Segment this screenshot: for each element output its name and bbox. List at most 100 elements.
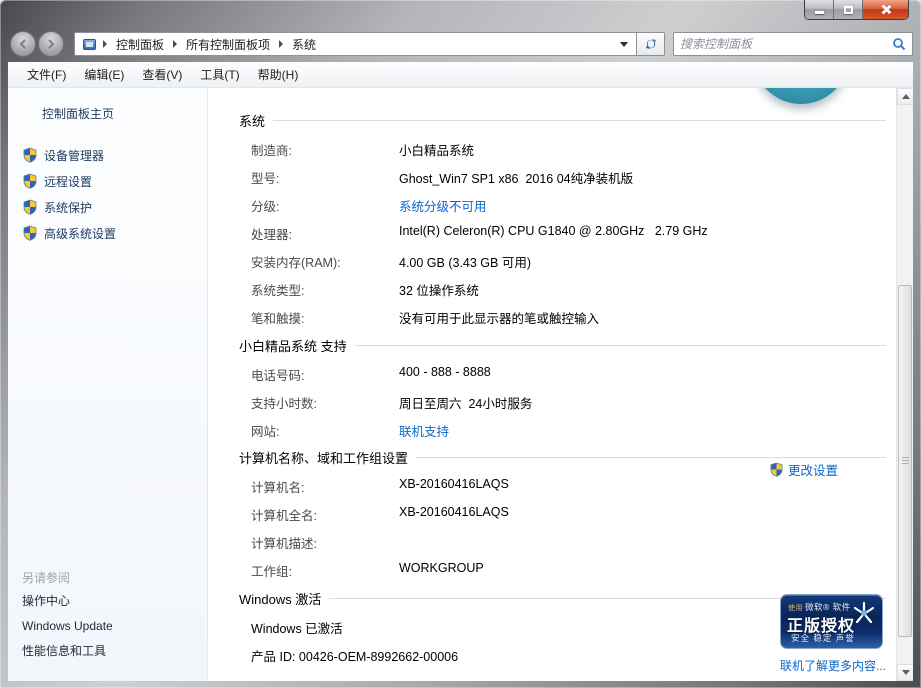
sidebar-item-label: 设备管理器 (44, 147, 104, 164)
info-row: 网站:联机支持 (251, 421, 886, 440)
online-support-link[interactable]: 联机支持 (399, 421, 449, 440)
sidebar-item-device-manager[interactable]: 设备管理器 (8, 142, 207, 168)
search-input[interactable] (680, 37, 892, 51)
search-icon[interactable] (892, 37, 906, 51)
info-row: 计算机全名:XB-20160416LAQS (251, 505, 886, 524)
scroll-down-icon (902, 670, 910, 675)
breadcrumb-separator-icon (279, 40, 283, 48)
scroll-up-icon (902, 94, 910, 99)
product-id: 产品 ID: 00426-OEM-8992662-00006 (251, 646, 458, 665)
section-support: 小白精品系统 支持 电话号码:400 - 888 - 8888 支持小时数:周日… (208, 337, 886, 440)
sidebar: 控制面板主页 设备管理器 (8, 88, 208, 681)
sidebar-item-action-center[interactable]: 操作中心 (8, 589, 207, 614)
info-row: 笔和触摸:没有可用于此显示器的笔或触控输入 (251, 308, 886, 327)
uac-shield-icon (22, 199, 38, 215)
rating-unavailable-link[interactable]: 系统分级不可用 (399, 196, 487, 215)
row-value: XB-20160416LAQS (399, 477, 509, 496)
row-label: 制造商: (251, 140, 399, 159)
breadcrumb-separator-icon (103, 40, 107, 48)
caption-button-group (804, 0, 909, 20)
menu-tools[interactable]: 工具(T) (191, 62, 248, 87)
sidebar-item-label: 远程设置 (44, 173, 92, 190)
sidebar-item-advanced-system-settings[interactable]: 高级系统设置 (8, 220, 207, 246)
section-system: 系统 制造商:小白精品系统 型号:Ghost_Win7 SP1 x86 2016… (208, 112, 886, 327)
row-value: 没有可用于此显示器的笔或触控输入 (399, 308, 599, 327)
address-bar: 控制面板 所有控制面板项 系统 (8, 28, 913, 60)
change-settings-link[interactable]: 更改设置 (769, 460, 838, 479)
menu-edit[interactable]: 编辑(E) (75, 62, 133, 87)
see-also-header: 另请参阅 (8, 566, 207, 589)
breadcrumb-separator-icon (173, 40, 177, 48)
row-value: 32 位操作系统 (399, 280, 479, 299)
sidebar-item-label: 系统保护 (44, 199, 92, 216)
row-value: 小白精品系统 (399, 140, 474, 159)
info-row: 计算机描述: (251, 533, 886, 552)
section-divider (416, 457, 886, 458)
genuine-badge-area: 使用微软® 软件 正版授权 安全 稳定 声誉 (780, 594, 884, 674)
scroll-down-button[interactable] (897, 664, 913, 681)
breadcrumb-item-system[interactable]: 系统 (286, 33, 322, 56)
info-row: 支持小时数:周日至周六 24小时服务 (251, 393, 886, 412)
address-dropdown-icon[interactable] (620, 42, 628, 47)
search-box (673, 32, 913, 56)
minimize-button[interactable] (805, 0, 834, 19)
info-row: 分级:系统分级不可用 (251, 196, 886, 215)
info-row: 型号:Ghost_Win7 SP1 x86 2016 04纯净装机版 (251, 168, 886, 187)
sidebar-item-system-protection[interactable]: 系统保护 (8, 194, 207, 220)
row-label: 分级: (251, 196, 399, 215)
sidebar-item-windows-update[interactable]: Windows Update (8, 614, 207, 639)
row-label: 系统类型: (251, 280, 399, 299)
info-row: 系统类型:32 位操作系统 (251, 280, 886, 299)
main-content: 系统 制造商:小白精品系统 型号:Ghost_Win7 SP1 x86 2016… (208, 88, 896, 681)
info-row: 处理器:Intel(R) Celeron(R) CPU G1840 @ 2.80… (251, 224, 886, 243)
windows-logo-partial (753, 88, 849, 104)
section-title: 小白精品系统 支持 (239, 336, 347, 355)
row-label: 处理器: (251, 224, 399, 243)
genuine-microsoft-badge[interactable]: 使用微软® 软件 正版授权 安全 稳定 声誉 (780, 594, 883, 649)
sidebar-item-remote-settings[interactable]: 远程设置 (8, 168, 207, 194)
menu-help[interactable]: 帮助(H) (249, 62, 308, 87)
scroll-up-button[interactable] (897, 88, 913, 105)
info-row: 安装内存(RAM):4.00 GB (3.43 GB 可用) (251, 252, 886, 271)
back-button[interactable] (10, 31, 36, 57)
section-title: 系统 (239, 111, 265, 130)
section-divider (355, 345, 886, 346)
maximize-button[interactable] (834, 0, 863, 19)
activation-status: Windows 已激活 (251, 618, 343, 637)
badge-line3: 安全 稳定 声誉 (791, 632, 855, 644)
maximize-icon (844, 6, 853, 14)
see-also-section: 另请参阅 操作中心 Windows Update 性能信息和工具 (8, 566, 207, 664)
menu-view[interactable]: 查看(V) (133, 62, 191, 87)
sidebar-task-list: 设备管理器 远程设置 系统保护 (8, 142, 207, 246)
row-value: 4.00 GB (3.43 GB 可用) (399, 252, 531, 271)
scrollbar-thumb[interactable] (898, 285, 912, 637)
uac-shield-icon (22, 173, 38, 189)
sidebar-item-control-panel-home[interactable]: 控制面板主页 (8, 102, 207, 125)
close-button[interactable] (863, 0, 908, 19)
vertical-scrollbar[interactable] (896, 88, 913, 681)
info-row: 电话号码:400 - 888 - 8888 (251, 365, 886, 384)
breadcrumb-item-control-panel[interactable]: 控制面板 (110, 33, 170, 56)
breadcrumb[interactable]: 控制面板 所有控制面板项 系统 (74, 32, 637, 56)
section-title: 计算机名称、域和工作组设置 (239, 448, 408, 467)
row-value: 周日至周六 24小时服务 (399, 393, 532, 412)
uac-shield-icon (769, 462, 784, 477)
row-label: 安装内存(RAM): (251, 252, 399, 271)
forward-arrow-icon (46, 39, 56, 49)
scrollbar-grip-icon (902, 457, 909, 465)
learn-more-online-link[interactable]: 联机了解更多内容... (780, 657, 884, 674)
close-icon (880, 4, 891, 15)
row-label: 笔和触摸: (251, 308, 399, 327)
section-title: Windows 激活 (239, 589, 321, 608)
sidebar-item-performance-tools[interactable]: 性能信息和工具 (8, 639, 207, 664)
client-area: 文件(F) 编辑(E) 查看(V) 工具(T) 帮助(H) 控制面板主页 设备管 (8, 62, 913, 681)
menu-bar: 文件(F) 编辑(E) 查看(V) 工具(T) 帮助(H) (8, 62, 913, 88)
menu-file[interactable]: 文件(F) (18, 62, 75, 87)
breadcrumb-item-all-items[interactable]: 所有控制面板项 (180, 33, 276, 56)
info-row: 制造商:小白精品系统 (251, 140, 886, 159)
row-value: WORKGROUP (399, 561, 484, 580)
forward-button[interactable] (38, 31, 64, 57)
back-arrow-icon (18, 39, 28, 49)
row-value: Intel(R) Celeron(R) CPU G1840 @ 2.80GHz … (399, 224, 708, 243)
refresh-button[interactable] (637, 32, 665, 56)
